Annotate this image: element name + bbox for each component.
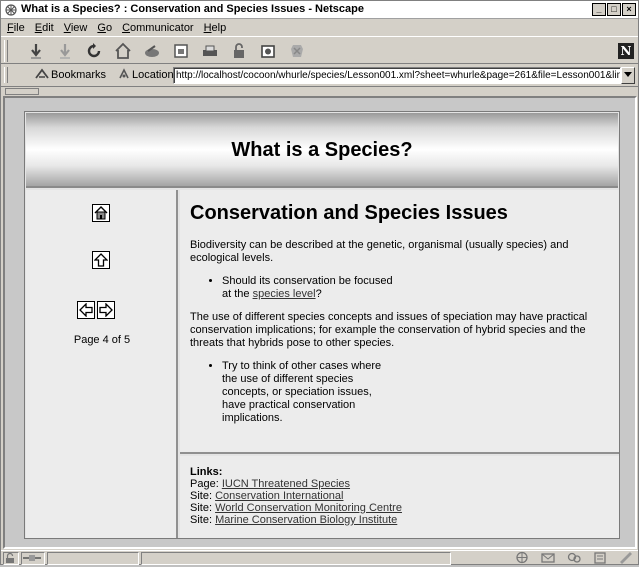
netscape-logo[interactable]: N bbox=[618, 43, 634, 59]
section-heading: Conservation and Species Issues bbox=[190, 202, 508, 224]
location-label: Location: bbox=[132, 69, 177, 81]
arrow-left-icon bbox=[79, 303, 93, 317]
address-book-icon[interactable] bbox=[592, 551, 608, 564]
menu-file[interactable]: File bbox=[7, 20, 25, 36]
forward-icon[interactable] bbox=[54, 40, 76, 62]
print-icon[interactable] bbox=[199, 40, 221, 62]
up-button[interactable] bbox=[92, 251, 110, 269]
back-icon[interactable] bbox=[25, 40, 47, 62]
link-iucn[interactable]: IUCN Threatened Species bbox=[222, 478, 350, 490]
component-bar bbox=[514, 551, 634, 564]
maximize-button[interactable]: □ bbox=[607, 3, 621, 16]
security-icon[interactable] bbox=[228, 40, 250, 62]
status-progress bbox=[47, 552, 139, 565]
url-dropdown-button[interactable] bbox=[621, 67, 635, 84]
close-button[interactable]: × bbox=[622, 3, 636, 16]
chevron-down-icon bbox=[624, 72, 632, 77]
task-list: Try to think of other cases where the us… bbox=[190, 360, 385, 425]
species-level-link[interactable]: species level bbox=[253, 288, 316, 300]
house-icon bbox=[94, 206, 108, 220]
paragraph-biodiversity: Biodiversity can be described at the gen… bbox=[190, 239, 569, 264]
lesson-frame: What is a Species? Page 4 of 5 Conservat… bbox=[24, 111, 620, 539]
link-wcmc[interactable]: World Conservation Monitoring Centre bbox=[215, 502, 402, 514]
toolbar-collapse-tab[interactable] bbox=[5, 88, 39, 95]
status-message bbox=[141, 552, 451, 565]
lesson-content: Conservation and Species Issues Biodiver… bbox=[180, 190, 619, 454]
home-icon[interactable] bbox=[112, 40, 134, 62]
link-row: Site: World Conservation Monitoring Cent… bbox=[190, 502, 609, 514]
lock-icon bbox=[6, 552, 14, 563]
link-prefix: Site: bbox=[190, 502, 213, 514]
link-mcbi[interactable]: Marine Conservation Biology Institute bbox=[215, 514, 397, 526]
link-prefix: Page: bbox=[190, 478, 219, 490]
composer-icon[interactable] bbox=[618, 551, 634, 564]
bullet-text-end: ? bbox=[315, 288, 322, 300]
link-prefix: Site: bbox=[190, 514, 213, 526]
page-counter: Page 4 of 5 bbox=[73, 334, 131, 346]
lesson-header: What is a Species? bbox=[26, 113, 618, 188]
navigation-toolbar: N bbox=[1, 36, 638, 64]
bookmarks-button[interactable]: Bookmarks bbox=[51, 69, 106, 81]
links-panel: Links: Page: IUCN Threatened Species Sit… bbox=[180, 456, 619, 538]
search-icon[interactable] bbox=[141, 40, 163, 62]
link-row: Site: Marine Conservation Biology Instit… bbox=[190, 514, 609, 526]
window-title: What is a Species? : Conservation and Sp… bbox=[21, 3, 364, 15]
menu-go[interactable]: Go bbox=[97, 20, 112, 36]
page-proxy-icon[interactable] bbox=[118, 68, 130, 83]
link-conservation-international[interactable]: Conservation International bbox=[215, 490, 343, 502]
list-item: Should its conservation be focused at th… bbox=[222, 275, 395, 301]
navigator-icon[interactable] bbox=[514, 551, 530, 564]
location-grip[interactable] bbox=[4, 67, 8, 83]
minimize-button[interactable]: _ bbox=[592, 3, 606, 16]
list-item: Try to think of other cases where the us… bbox=[222, 360, 385, 425]
menu-communicator[interactable]: Communicator bbox=[122, 20, 194, 36]
newsgroups-icon[interactable] bbox=[566, 551, 582, 564]
browser-window: What is a Species? : Conservation and Sp… bbox=[0, 0, 639, 565]
link-row: Page: IUCN Threatened Species bbox=[190, 478, 609, 490]
status-security-icon[interactable] bbox=[3, 552, 19, 565]
status-connection-icon[interactable] bbox=[21, 552, 45, 565]
previous-button[interactable] bbox=[77, 301, 95, 319]
my-netscape-icon[interactable] bbox=[170, 40, 192, 62]
paragraph-species-concepts: The use of different species concepts an… bbox=[190, 311, 588, 349]
question-list: Should its conservation be focused at th… bbox=[190, 275, 395, 301]
nav-panel: Page 4 of 5 bbox=[26, 190, 178, 538]
page-viewport: What is a Species? Page 4 of 5 Conservat… bbox=[3, 96, 637, 549]
menu-bar: File Edit View Go Communicator Help bbox=[1, 20, 638, 36]
shop-icon[interactable] bbox=[257, 40, 279, 62]
link-prefix: Site: bbox=[190, 490, 213, 502]
arrow-right-icon bbox=[99, 303, 113, 317]
netscape-app-icon bbox=[5, 4, 17, 16]
title-bar: What is a Species? : Conservation and Sp… bbox=[1, 1, 638, 19]
lesson-title: What is a Species? bbox=[231, 139, 413, 161]
bookmarks-icon[interactable] bbox=[35, 68, 49, 83]
status-bar bbox=[1, 550, 638, 565]
next-button[interactable] bbox=[97, 301, 115, 319]
plug-icon bbox=[23, 555, 41, 561]
menu-view[interactable]: View bbox=[64, 20, 88, 36]
stop-icon[interactable] bbox=[286, 40, 308, 62]
mail-icon[interactable] bbox=[540, 551, 556, 564]
url-input[interactable]: http://localhost/cocoon/whurle/species/L… bbox=[173, 67, 621, 84]
arrow-up-icon bbox=[94, 253, 108, 267]
toolbar-grip[interactable] bbox=[4, 40, 8, 62]
menu-edit[interactable]: Edit bbox=[35, 20, 54, 36]
links-title: Links: bbox=[190, 466, 223, 478]
reload-icon[interactable] bbox=[83, 40, 105, 62]
link-row: Site: Conservation International bbox=[190, 490, 609, 502]
home-button[interactable] bbox=[92, 204, 110, 222]
location-toolbar: Bookmarks Location: http://localhost/coc… bbox=[1, 65, 638, 87]
menu-help[interactable]: Help bbox=[204, 20, 227, 36]
